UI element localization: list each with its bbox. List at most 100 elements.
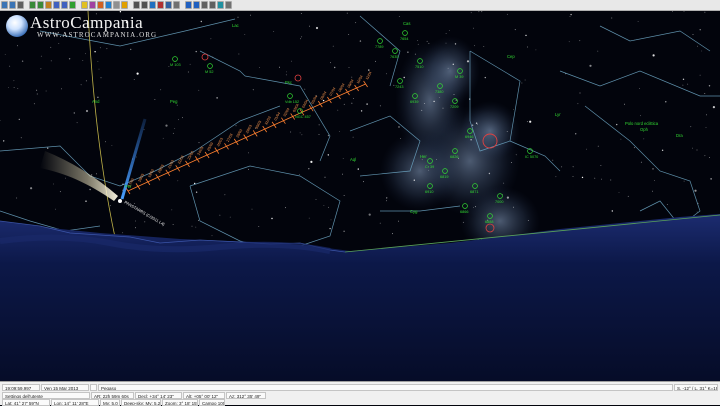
star [89,188,91,191]
settings-icon[interactable] [173,1,180,9]
star [198,219,199,221]
star [351,76,353,78]
star [299,174,300,176]
status-az: Az: 312° 35' 49" [226,392,266,399]
comet-date-label: 06/04 [320,91,328,101]
deep-sky-object-marker [287,93,293,99]
star [80,84,82,86]
deep-sky-object-label: 6819 [440,175,448,179]
constellation-label: Aql [350,157,356,162]
star [329,227,331,230]
star [616,123,618,126]
star [488,172,491,175]
star [690,126,692,128]
comet[interactable]: PANSTARRS (C/2011 L4) [40,118,166,227]
star [286,71,287,73]
constellation-label: Cas [403,21,410,26]
comet-date-label: 05/04 [311,95,319,105]
star [611,210,613,212]
redo-icon[interactable] [209,1,216,9]
time-back-icon[interactable] [133,1,140,9]
star [45,90,47,92]
time-forward-icon[interactable] [141,1,148,9]
print-icon[interactable] [17,1,24,9]
star [438,97,440,98]
deep-sky-object-label: 6939 [410,100,418,104]
zoom-in-icon[interactable] [29,1,36,9]
find-icon[interactable] [45,1,52,9]
star [143,129,145,131]
sun-icon[interactable] [121,1,128,9]
star [363,181,364,183]
star [300,13,302,14]
deep-sky-object-label: Cr 39 [425,165,434,169]
star [525,34,527,37]
constellation-lines [0,15,720,252]
refresh-icon[interactable] [217,1,224,9]
star [17,88,19,89]
planet-icon[interactable] [97,1,104,9]
moon-icon[interactable] [113,1,120,9]
stars-icon[interactable] [81,1,88,9]
star [696,211,698,213]
deep-sky-object-label: 7654 [400,37,408,41]
star [200,20,202,23]
deepsky-icon[interactable] [89,1,96,9]
star [211,235,213,237]
fullscreen-icon[interactable] [225,1,232,9]
status-ra: AR: 22h 59m 60s [91,392,134,399]
star [428,42,430,44]
toolbar-separator [77,1,80,9]
star [198,89,200,91]
star [511,162,512,164]
star [85,200,87,202]
comet-icon[interactable] [105,1,112,9]
star [318,134,320,135]
comet-date-label: 30/03 [255,120,263,130]
star [514,29,516,31]
star [692,34,694,35]
star [271,217,273,220]
constellation-label: Per [125,184,132,189]
star [704,93,706,94]
star [290,131,292,133]
chart-icon[interactable] [157,1,164,9]
toolbar [0,0,720,11]
star [327,154,329,156]
constellation-label: Psc [285,80,292,85]
star [610,179,612,181]
info-icon[interactable] [185,1,192,9]
star [594,177,596,179]
horizon-icon[interactable] [69,1,76,9]
star [50,60,52,62]
star [339,131,340,132]
help-icon[interactable] [193,1,200,9]
star [624,103,625,105]
star [238,53,240,55]
zoom-out-icon[interactable] [37,1,44,9]
undo-icon[interactable] [201,1,208,9]
constellation-label: Polo nord eclittica [625,121,659,126]
clock-icon[interactable] [149,1,156,9]
star [697,45,698,47]
star [219,214,221,216]
grid-icon[interactable] [53,1,60,9]
telescope-icon[interactable] [165,1,172,9]
star [462,221,464,223]
constellation-icon[interactable] [61,1,68,9]
star [178,119,179,121]
sky-chart[interactable]: 17/03 18/03 19/03 20/03 21/03 22/03 23/03 24/03… [0,11,720,381]
star [704,11,706,13]
comet-date-label: 02/04 [283,107,291,117]
comet-date-label: 18/03 [137,173,145,183]
constellation-label: Cep [507,54,515,59]
star [308,168,310,170]
star [555,176,557,178]
save-icon[interactable] [9,1,16,9]
star [55,208,56,210]
status-spacer [90,384,97,391]
star [442,107,444,109]
star [683,11,685,12]
open-icon[interactable] [1,1,8,9]
deep-sky-object-label: 7510 [415,65,423,69]
